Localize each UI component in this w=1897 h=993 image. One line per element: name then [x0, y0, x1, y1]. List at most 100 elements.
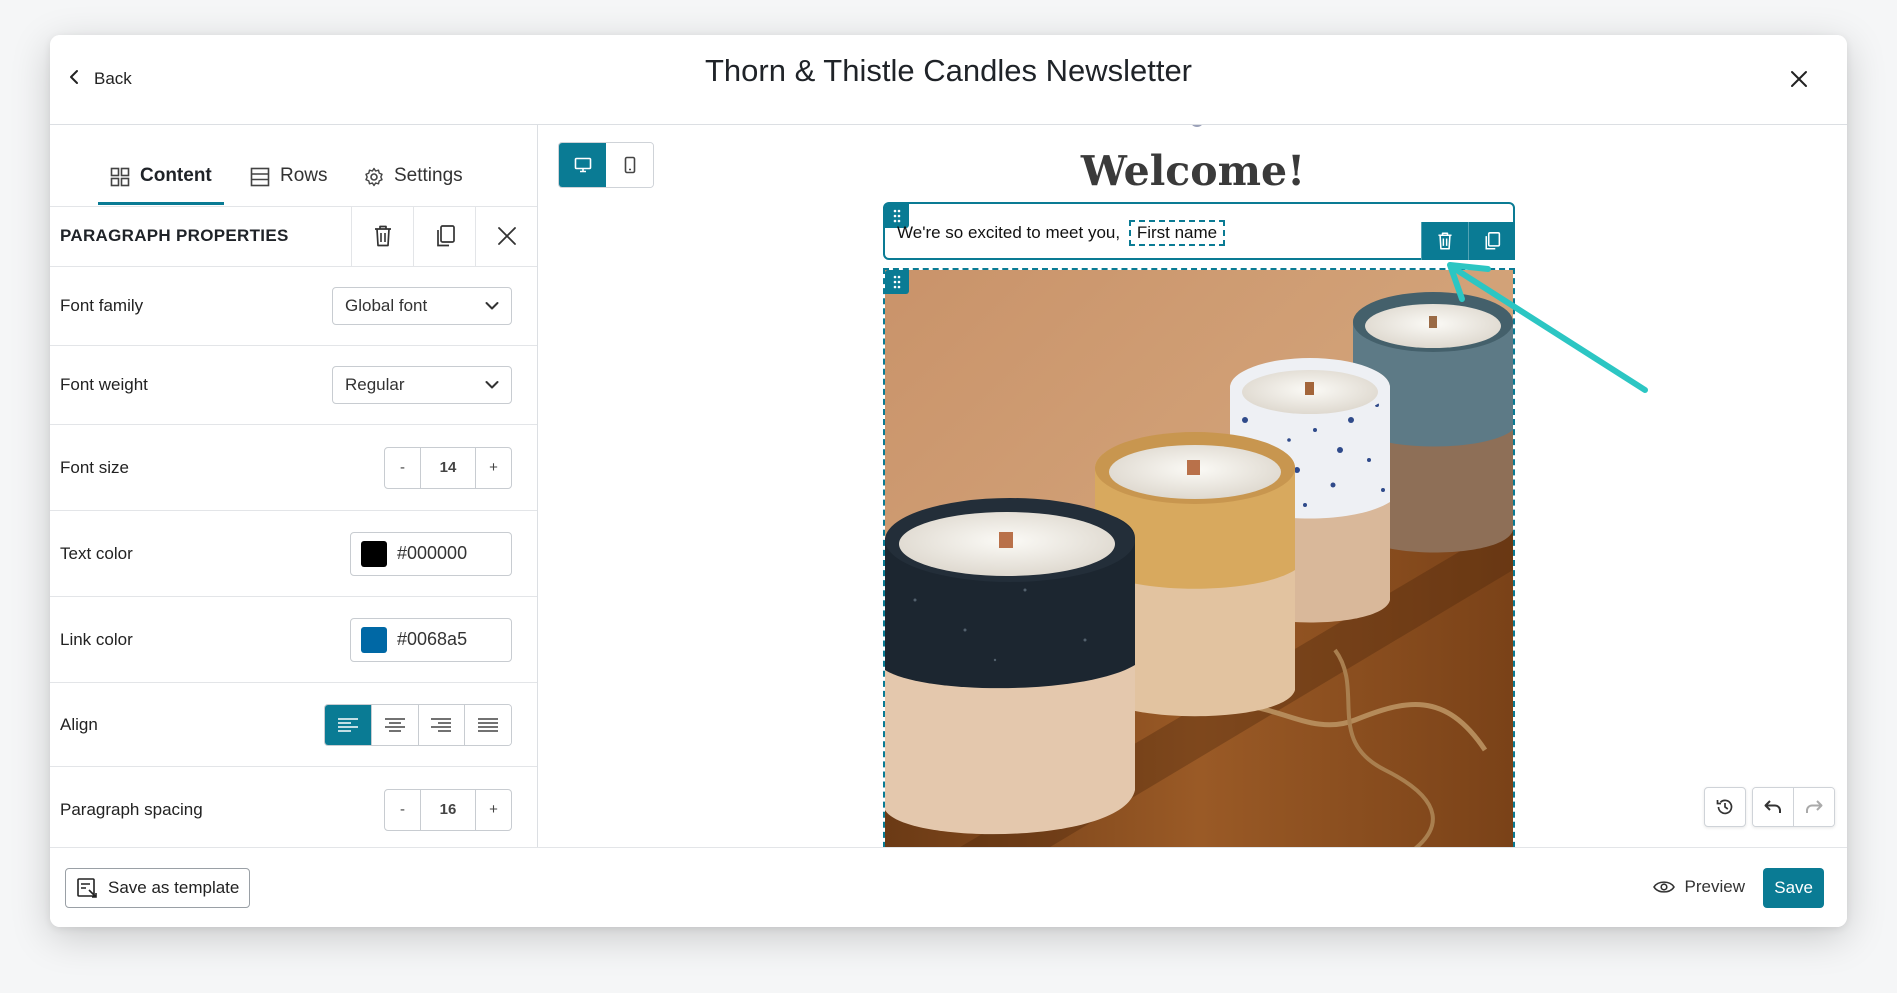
preview-label: Preview	[1684, 877, 1745, 896]
mobile-icon	[624, 156, 635, 174]
properties-title: PARAGRAPH PROPERTIES	[60, 226, 289, 245]
editor-window: Back Thorn & Thistle Candles Newsletter …	[50, 35, 1847, 927]
undo-redo-group	[1752, 787, 1835, 827]
align-left-button[interactable]	[325, 704, 371, 745]
email-canvas: Welcome! We're so excited to meet you, F…	[538, 125, 1847, 847]
paragraph-properties-header: PARAGRAPH PROPERTIES	[50, 206, 537, 267]
candles-photo	[885, 270, 1513, 847]
paragraph-text[interactable]: We're so excited to meet you, First name	[897, 220, 1226, 246]
device-toggle	[558, 142, 654, 188]
save-as-template-button[interactable]: Save as template	[65, 868, 251, 908]
paragraph-spacing-decrease-button[interactable]: -	[385, 790, 420, 830]
font-family-value: Global font	[345, 296, 428, 315]
template-icon	[77, 878, 97, 898]
align-right-button[interactable]	[417, 704, 465, 745]
history-icon	[1716, 799, 1733, 815]
tab-rows-label: Rows	[280, 165, 328, 186]
font-family-label: Font family	[60, 296, 144, 315]
tab-settings[interactable]: Settings	[364, 165, 463, 205]
paragraph-spacing-stepper: - 16 +	[384, 788, 512, 831]
text-color-field[interactable]: #000000	[350, 531, 512, 576]
close-icon	[1791, 71, 1807, 87]
font-family-select[interactable]: Global font	[332, 287, 512, 325]
redo-icon	[1806, 800, 1823, 813]
mobile-view-button[interactable]	[606, 143, 653, 187]
paragraph-spacing-value[interactable]: 16	[420, 789, 476, 830]
preview-button[interactable]: Preview	[1652, 868, 1745, 906]
font-size-decrease-button[interactable]: -	[385, 448, 420, 488]
font-size-row: Font size - 14 +	[50, 425, 537, 511]
welcome-heading[interactable]: Welcome!	[878, 147, 1508, 195]
save-button[interactable]: Save	[1763, 868, 1824, 908]
align-center-icon	[384, 717, 405, 732]
paragraph-block[interactable]: We're so excited to meet you, First name	[883, 202, 1515, 260]
font-weight-select[interactable]: Regular	[332, 366, 512, 404]
paragraph-spacing-row: Paragraph spacing - 16 +	[50, 767, 537, 847]
duplicate-icon	[1485, 232, 1501, 250]
paragraph-body: We're so excited to meet you,	[897, 223, 1121, 242]
font-family-row: Font family Global font	[50, 267, 537, 346]
logo-fragment	[1190, 125, 1204, 127]
tab-rows[interactable]: Rows	[250, 165, 328, 205]
undo-button[interactable]	[1753, 788, 1793, 826]
image-drag-handle[interactable]	[885, 270, 909, 294]
history-controls	[1704, 787, 1835, 827]
link-color-label: Link color	[60, 629, 133, 649]
link-color-value: #0068a5	[397, 629, 468, 649]
gear-icon	[365, 167, 383, 187]
font-weight-label: Font weight	[60, 375, 148, 394]
properties-panel: Content Rows Settings PARAGRAPH PROPERTI…	[50, 125, 538, 847]
delete-block-button[interactable]	[351, 206, 413, 266]
active-tab-indicator	[98, 202, 224, 205]
text-color-swatch[interactable]	[361, 540, 387, 567]
chevron-down-icon	[485, 381, 499, 389]
tab-content[interactable]: Content	[98, 165, 224, 205]
align-left-icon	[337, 717, 358, 732]
align-label: Align	[60, 714, 98, 734]
font-size-stepper: - 14 +	[384, 446, 512, 489]
page-title: Thorn & Thistle Candles Newsletter	[704, 53, 1193, 88]
redo-button[interactable]	[1793, 788, 1834, 826]
font-size-label: Font size	[60, 457, 129, 477]
image-block[interactable]	[883, 268, 1515, 847]
version-history-button[interactable]	[1704, 787, 1746, 827]
rows-icon	[250, 167, 270, 187]
close-properties-button[interactable]	[475, 206, 537, 266]
tab-settings-label: Settings	[394, 165, 463, 186]
eye-icon	[1652, 881, 1675, 893]
panel-tabs: Content Rows Settings	[50, 125, 537, 207]
header: Back Thorn & Thistle Candles Newsletter	[50, 35, 1847, 125]
font-size-increase-button[interactable]: +	[476, 448, 511, 488]
duplicate-icon	[436, 225, 455, 247]
drag-handle-icon	[893, 275, 901, 289]
annotation-arrow	[1447, 262, 1648, 393]
align-center-button[interactable]	[370, 704, 418, 745]
font-weight-value: Regular	[345, 375, 405, 394]
font-size-value[interactable]: 14	[420, 447, 476, 488]
grid-icon	[110, 167, 130, 187]
desktop-view-button[interactable]	[559, 143, 606, 187]
undo-icon	[1764, 800, 1781, 813]
link-color-swatch[interactable]	[361, 626, 387, 653]
link-color-row: Link color #0068a5	[50, 597, 537, 683]
trash-icon	[1438, 232, 1452, 250]
font-weight-row: Font weight Regular	[50, 346, 537, 425]
merge-tag-first-name[interactable]: First name	[1128, 220, 1226, 246]
duplicate-block-button[interactable]	[413, 206, 475, 266]
align-justify-button[interactable]	[464, 704, 511, 745]
align-row: Align	[50, 683, 537, 767]
chevron-down-icon	[485, 302, 499, 310]
align-button-group	[324, 703, 512, 746]
paragraph-spacing-increase-button[interactable]: +	[476, 790, 511, 830]
tab-content-label: Content	[140, 165, 212, 186]
text-color-row: Text color #000000	[50, 511, 537, 597]
footer-bar: Save as template Preview Save	[50, 847, 1847, 927]
desktop-icon	[574, 157, 591, 173]
save-as-template-label: Save as template	[108, 878, 240, 897]
close-button[interactable]	[1781, 61, 1817, 97]
link-color-field[interactable]: #0068a5	[350, 617, 512, 662]
align-justify-icon	[478, 717, 499, 732]
text-color-label: Text color	[60, 543, 133, 563]
align-right-icon	[431, 717, 452, 732]
close-icon	[497, 227, 516, 245]
